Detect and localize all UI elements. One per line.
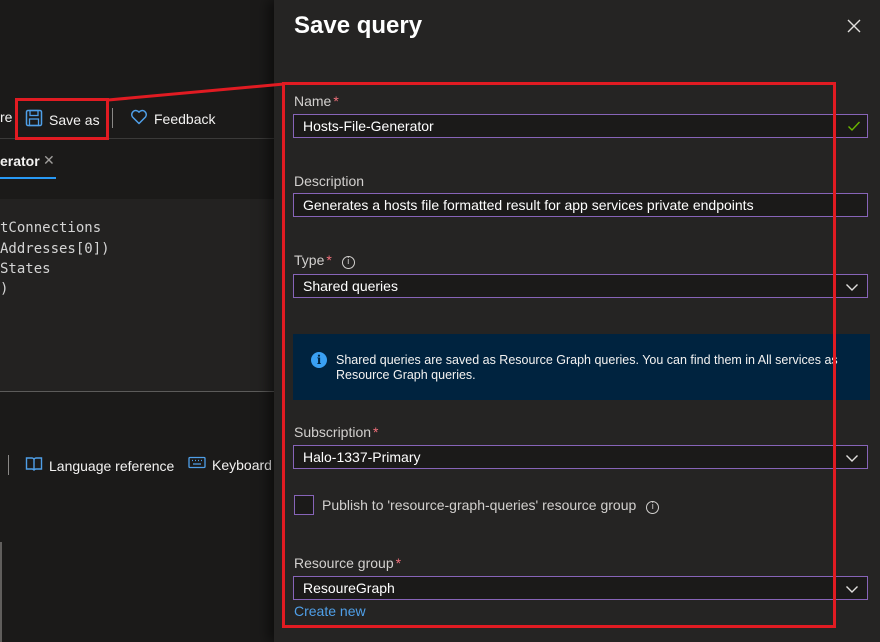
type-dropdown-value: Shared queries [303,278,398,294]
shared-queries-info-box: i Shared queries are saved as Resource G… [293,334,870,400]
required-marker: * [333,93,339,109]
subscription-label: Subscription * [294,424,379,440]
description-input-value: Generates a hosts file formatted result … [303,197,754,213]
info-message: Shared queries are saved as Resource Gra… [336,353,838,382]
subscription-label-text: Subscription [294,424,372,440]
code-line: States [0,261,51,277]
publish-checkbox-label[interactable]: Publish to 'resource-graph-queries' reso… [322,497,660,514]
toolbar-separator [112,108,113,128]
subscription-dropdown[interactable]: Halo-1337-Primary [293,445,868,469]
publish-label-text: Publish to 'resource-graph-queries' reso… [322,497,637,513]
results-grid-edge [0,542,2,642]
toolbar-separator [8,455,9,475]
chevron-down-icon [845,580,859,599]
subscription-dropdown-value: Halo-1337-Primary [303,449,421,465]
chevron-down-icon [845,449,859,468]
info-icon[interactable]: i [646,501,660,514]
type-label: Type * i [294,252,355,269]
resource-group-dropdown-value: ResoureGraph [303,580,395,596]
panel-title: Save query [294,12,423,39]
editor-toolbar: re Save as Feedback [0,100,274,139]
close-tab-icon[interactable]: ✕ [43,152,55,169]
toolbar-item-truncated[interactable]: re [0,109,12,125]
keyboard-shortcuts-button[interactable]: Keyboard [188,456,272,473]
heart-icon [130,109,148,128]
info-icon: i [311,352,327,368]
book-icon [25,456,43,475]
language-reference-label: Language reference [49,457,175,474]
resource-group-label-text: Resource group [294,555,394,571]
keyboard-icon [188,456,206,473]
code-editor[interactable]: tConnections Addresses[0]) States ) [0,199,274,391]
save-as-label: Save as [49,111,100,128]
save-query-panel: Save query Name * Hosts-File-Generator De… [274,0,880,642]
active-tab-indicator [0,177,56,179]
create-new-link[interactable]: Create new [294,603,366,619]
resource-group-label: Resource group * [294,555,401,571]
description-label: Description [294,173,365,189]
name-label: Name * [294,93,339,109]
required-marker: * [326,252,332,268]
query-editor-background: re Save as Feedback erator ✕ tConnection… [0,0,274,642]
name-label-text: Name [294,93,332,109]
type-label-text: Type [294,252,325,268]
type-dropdown[interactable]: Shared queries [293,274,868,298]
save-as-button[interactable]: Save as [25,109,100,130]
close-icon [847,13,861,39]
language-reference-button[interactable]: Language reference [25,456,174,475]
feedback-label: Feedback [154,110,216,127]
editor-results-divider[interactable] [0,391,274,392]
code-line: Addresses[0]) [0,241,110,257]
publish-checkbox[interactable] [294,495,314,515]
name-input-value: Hosts-File-Generator [303,118,434,134]
checkmark-icon [847,117,861,137]
chevron-down-icon [845,278,859,297]
feedback-button[interactable]: Feedback [130,109,215,128]
query-tab[interactable]: erator [0,153,40,169]
resource-group-dropdown[interactable]: ResoureGraph [293,576,868,600]
required-marker: * [373,424,379,440]
code-line: ) [0,281,9,297]
code-line: tConnections [0,220,102,236]
close-panel-button[interactable] [842,14,866,38]
required-marker: * [395,555,402,571]
info-icon[interactable]: i [341,256,355,269]
results-toolbar: Language reference Keyboard [0,453,274,481]
name-input[interactable]: Hosts-File-Generator [293,114,868,138]
save-icon [25,109,43,130]
description-input[interactable]: Generates a hosts file formatted result … [293,193,868,217]
keyboard-label: Keyboard [212,456,272,473]
query-tab-strip: erator ✕ [0,140,274,180]
